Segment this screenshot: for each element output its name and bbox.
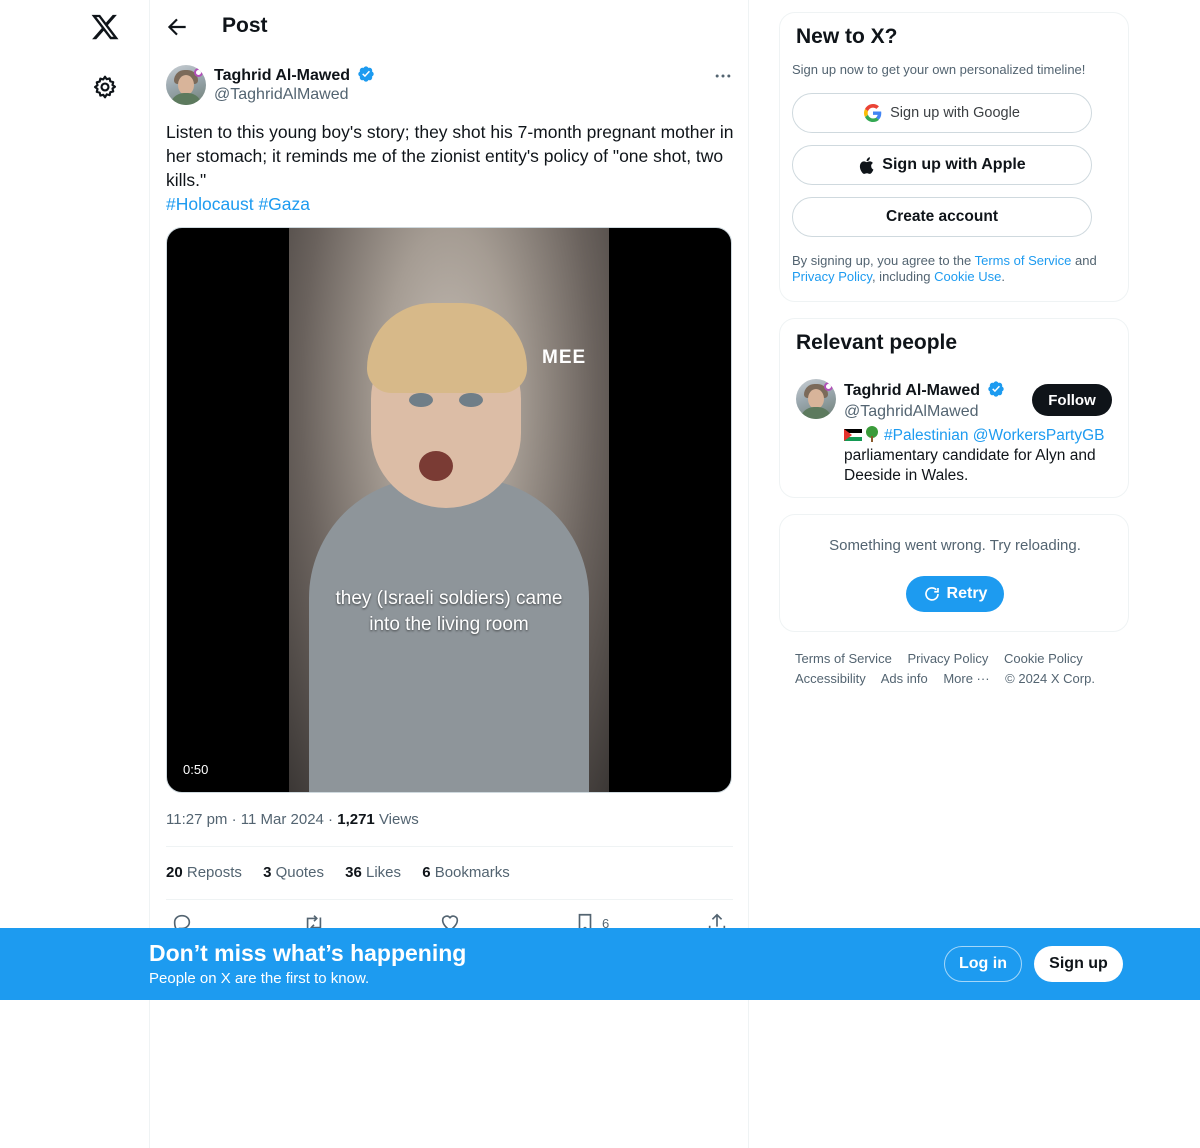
stat-reposts[interactable]: 20 Reposts (166, 864, 242, 881)
retry-button[interactable]: Retry (906, 576, 1004, 612)
relevant-person-name[interactable]: Taghrid Al-Mawed (844, 380, 1005, 400)
footer-privacy[interactable]: Privacy Policy (907, 651, 988, 666)
signup-subtitle: Sign up now to get your own personalized… (792, 62, 1086, 77)
verified-badge-icon (988, 381, 1005, 397)
stat-quotes[interactable]: 3 Quotes (263, 864, 324, 881)
signup-title: New to X? (796, 25, 898, 48)
subtitle-line-1: they (Israeli soldiers) came (335, 588, 563, 609)
relevant-people-card: Relevant people Taghrid Al-Mawed @Taghri… (779, 318, 1129, 498)
banner-title: Don’t miss what’s happening (149, 940, 467, 966)
refresh-icon (924, 587, 939, 601)
footer-copyright: © 2024 X Corp. (1005, 671, 1095, 686)
back-arrow-icon[interactable] (164, 14, 190, 40)
author-handle[interactable]: @TaghridAlMawed (214, 86, 349, 104)
tree-icon (866, 426, 878, 442)
page-header: Post (150, 0, 749, 53)
views-count: 1,271 (337, 811, 375, 828)
hashtag-gaza[interactable]: #Gaza (258, 194, 310, 214)
video-subtitle: they (Israeli soldiers) came into the li… (289, 586, 609, 638)
apple-signup-button[interactable]: Sign up with Apple (792, 145, 1092, 185)
divider (166, 846, 733, 847)
google-icon (864, 104, 882, 122)
page-title: Post (222, 14, 268, 37)
create-account-button[interactable]: Create account (792, 197, 1092, 237)
hashtag-holocaust[interactable]: #Holocaust (166, 194, 254, 214)
login-banner: Don’t miss what’s happening People on X … (0, 928, 1200, 1000)
post-text: Listen to this young boy's story; they s… (166, 120, 736, 216)
google-signup-label: Sign up with Google (890, 105, 1020, 121)
post-meta: 11:27 pm · 11 Mar 2024 · 1,271 Views (166, 811, 419, 828)
signup-card: New to X? Sign up now to get your own pe… (779, 12, 1129, 302)
post-date[interactable]: 11 Mar 2024 (241, 811, 324, 828)
bio-text: parliamentary candidate for Alyn and Dee… (844, 447, 1096, 484)
post-time[interactable]: 11:27 pm (166, 811, 227, 828)
footer-ads-info[interactable]: Ads info (881, 671, 928, 686)
follow-button[interactable]: Follow (1032, 384, 1112, 416)
author-name-text[interactable]: Taghrid Al-Mawed (214, 67, 350, 84)
views-label: Views (378, 811, 419, 828)
cookie-link[interactable]: Cookie Use (934, 269, 1001, 284)
signup-legal-text: By signing up, you agree to the Terms of… (792, 253, 1097, 284)
verified-badge-icon (358, 66, 375, 82)
privacy-link[interactable]: Privacy Policy (792, 269, 872, 284)
video-duration: 0:50 (183, 762, 209, 777)
footer-accessibility[interactable]: Accessibility (795, 671, 866, 686)
avatar[interactable] (166, 65, 206, 105)
footer-links: Terms of Service Privacy Policy Cookie P… (795, 649, 1115, 689)
signup-button[interactable]: Sign up (1034, 946, 1123, 982)
footer-cookie[interactable]: Cookie Policy (1004, 651, 1083, 666)
video-frame: MEE they (Israeli soldiers) came into th… (289, 228, 609, 792)
relevant-person-handle[interactable]: @TaghridAlMawed (844, 403, 979, 421)
apple-signup-label: Sign up with Apple (882, 156, 1026, 173)
bio-hashtag-link[interactable]: #Palestinian (884, 427, 968, 444)
post-body: Listen to this young boy's story; they s… (166, 122, 734, 190)
google-signup-button[interactable]: Sign up with Google (792, 93, 1092, 133)
stat-bookmarks[interactable]: 6 Bookmarks (422, 864, 510, 881)
error-card: Something went wrong. Try reloading. Ret… (779, 514, 1129, 632)
error-message: Something went wrong. Try reloading. (829, 537, 1081, 554)
avatar[interactable] (796, 379, 836, 419)
x-logo-icon[interactable] (90, 12, 120, 42)
banner-subtitle: People on X are the first to know. (149, 970, 370, 987)
retry-label: Retry (946, 585, 988, 602)
bio-mention-link[interactable]: @WorkersPartyGB (973, 427, 1105, 444)
video-watermark: MEE (542, 347, 587, 368)
divider (166, 899, 733, 900)
post-stats: 20 Reposts 3 Quotes 36 Likes 6 Bookmarks (166, 864, 527, 881)
palestine-flag-icon (844, 429, 862, 441)
login-button[interactable]: Log in (944, 946, 1022, 982)
terms-link[interactable]: Terms of Service (975, 253, 1072, 268)
footer-terms[interactable]: Terms of Service (795, 651, 892, 666)
relevant-person-bio: #Palestinian @WorkersPartyGB parliamenta… (844, 426, 1114, 486)
gear-icon[interactable] (92, 74, 118, 100)
author-name[interactable]: Taghrid Al-Mawed (214, 65, 375, 85)
relevant-people-title: Relevant people (796, 331, 958, 354)
post-author: Taghrid Al-Mawed @TaghridAlMawed (166, 64, 733, 108)
stat-likes[interactable]: 36 Likes (345, 864, 401, 881)
apple-icon (860, 156, 874, 174)
subtitle-line-2: into the living room (369, 614, 529, 635)
video-player[interactable]: MEE they (Israeli soldiers) came into th… (166, 227, 732, 793)
footer-more[interactable]: More ··· (943, 671, 989, 686)
more-options-icon[interactable] (713, 66, 733, 86)
